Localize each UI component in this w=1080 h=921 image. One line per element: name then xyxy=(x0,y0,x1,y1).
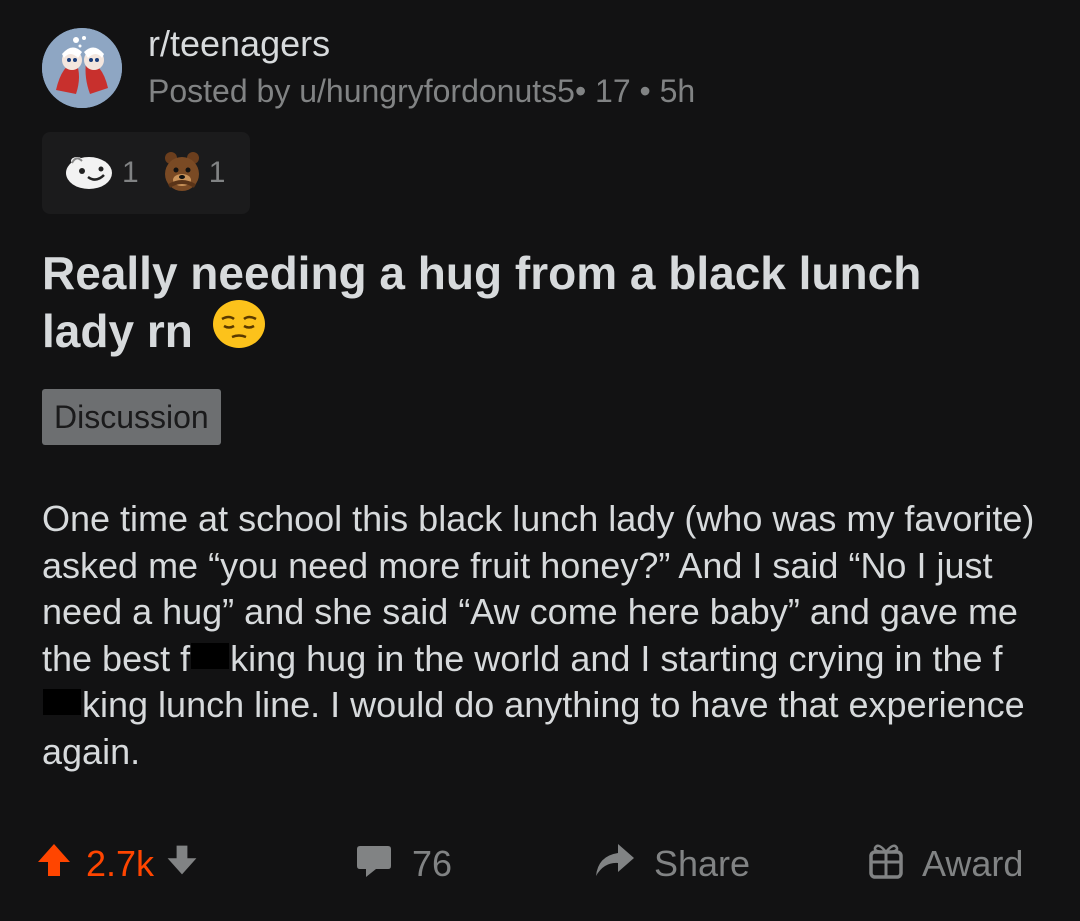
award-count: 1 xyxy=(208,156,226,189)
award-item: 1 xyxy=(163,150,226,197)
share-button[interactable]: Share xyxy=(592,836,750,892)
post-flair[interactable]: Discussion xyxy=(42,389,221,445)
comments-button[interactable]: 76 xyxy=(354,836,452,892)
award-item: 1 xyxy=(64,151,139,196)
upvote-arrow-icon[interactable] xyxy=(34,840,74,889)
downvote-arrow-icon[interactable] xyxy=(164,842,200,887)
bear-award-icon xyxy=(163,150,201,197)
comment-bubble-icon xyxy=(354,840,394,889)
gift-icon xyxy=(868,840,904,889)
post-body-text: king lunch line. I would do anything to … xyxy=(42,684,1025,772)
share-arrow-icon xyxy=(592,840,636,889)
award-label: Award xyxy=(922,843,1024,884)
award-button[interactable]: Award xyxy=(868,836,1023,892)
post-card: r/teenagers Posted by u/hungryfordonuts5… xyxy=(0,0,1080,921)
post-body-text: king hug in the world and I starting cry… xyxy=(230,637,1003,679)
posted-by-line: Posted by u/hungryfordonuts5• 17 • 5h xyxy=(148,70,695,112)
vote-score: 2.7k xyxy=(86,843,155,884)
award-count: 1 xyxy=(122,156,139,189)
posted-by-user[interactable]: Posted by u/hungryfordonuts5 xyxy=(148,73,575,109)
pensive-face-emoji-icon xyxy=(212,299,266,362)
censor-bar xyxy=(43,689,81,715)
subreddit-avatar[interactable] xyxy=(42,28,122,108)
post-title-text: Really needing a hug from a black lunch … xyxy=(42,247,922,357)
user-flair: • 17 xyxy=(574,73,631,109)
comments-count: 76 xyxy=(412,843,453,884)
wholesome-award-icon xyxy=(64,151,114,196)
post-body: One time at school this black lunch lady… xyxy=(42,496,1042,775)
vote-controls: 2.7k xyxy=(34,836,200,892)
awards-bar[interactable]: 1 1 xyxy=(42,132,250,214)
post-actions-bar: 2.7k 76 Share Award xyxy=(34,836,1054,892)
share-label: Share xyxy=(654,843,751,884)
post-title[interactable]: Really needing a hug from a black lunch … xyxy=(42,244,1022,366)
post-time: • 5h xyxy=(639,73,696,109)
censor-bar xyxy=(191,642,230,669)
subreddit-name[interactable]: r/teenagers xyxy=(148,24,695,64)
post-meta: r/teenagers Posted by u/hungryfordonuts5… xyxy=(148,24,695,112)
post-header: r/teenagers Posted by u/hungryfordonuts5… xyxy=(42,24,695,109)
